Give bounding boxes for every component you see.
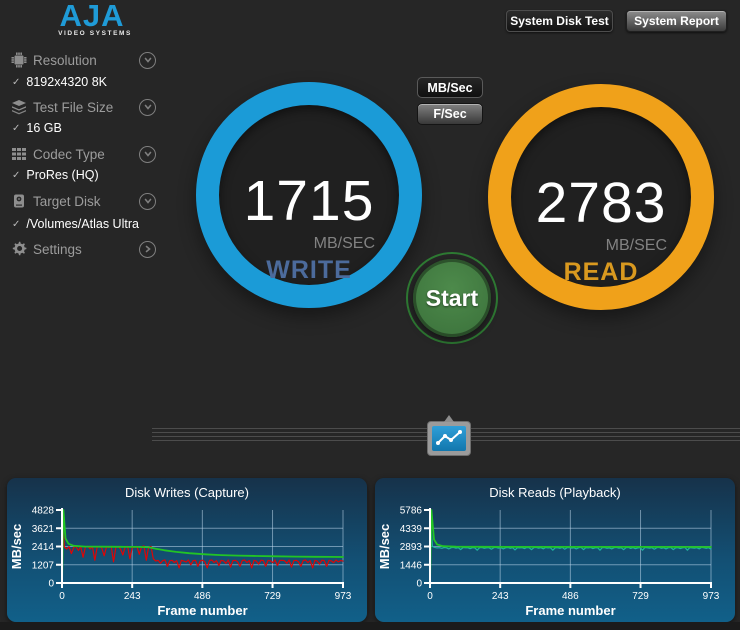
layers-icon bbox=[10, 99, 27, 116]
sidebar-item-test-file-size[interactable]: Test File Size bbox=[10, 97, 160, 117]
test-file-size-value: ✓ 16 GB bbox=[12, 121, 62, 135]
sidebar-item-label: Settings bbox=[33, 241, 82, 257]
check-icon: ✓ bbox=[12, 122, 21, 134]
mb-per-sec-button[interactable]: MB/Sec bbox=[417, 77, 483, 98]
aja-logo: AJA VIDEO SYSTEMS bbox=[52, 0, 132, 37]
svg-text:2893: 2893 bbox=[400, 542, 423, 553]
start-button-label: Start bbox=[425, 284, 479, 311]
svg-text:Frame number: Frame number bbox=[525, 603, 615, 618]
svg-text:486: 486 bbox=[562, 591, 579, 602]
svg-text:MB/sec: MB/sec bbox=[9, 524, 24, 570]
disk-reads-chart-panel: Disk Reads (Playback) 0 1446 2893 4339 5786 0 2… bbox=[375, 478, 735, 622]
svg-text:4828: 4828 bbox=[32, 506, 55, 517]
svg-text:1207: 1207 bbox=[32, 560, 55, 571]
aja-logo-subtext: VIDEO SYSTEMS bbox=[58, 30, 132, 37]
write-speed-gauge: 1715 MB/SEC WRITE bbox=[196, 82, 422, 308]
disk-reads-chart: Disk Reads (Playback) 0 1446 2893 4339 5786 0 2… bbox=[377, 485, 720, 618]
write-speed-value: 1715 bbox=[243, 169, 375, 233]
read-gauge-label: READ bbox=[563, 258, 639, 286]
sidebar-item-label: Target Disk bbox=[33, 193, 101, 209]
codec-type-value: ✓ ProRes (HQ) bbox=[12, 168, 99, 182]
svg-text:4339: 4339 bbox=[400, 524, 423, 535]
chevron-down-icon[interactable] bbox=[139, 145, 156, 163]
svg-text:243: 243 bbox=[492, 591, 509, 602]
aja-logo-text: AJA bbox=[59, 0, 125, 33]
svg-text:Disk Reads (Playback): Disk Reads (Playback) bbox=[489, 485, 621, 500]
read-speed-value: 2783 bbox=[535, 171, 667, 235]
codec-grid-icon bbox=[10, 146, 27, 163]
svg-text:973: 973 bbox=[335, 591, 352, 602]
svg-text:MB/sec: MB/sec bbox=[377, 524, 392, 570]
svg-text:729: 729 bbox=[632, 591, 649, 602]
svg-text:729: 729 bbox=[264, 591, 281, 602]
sidebar-item-resolution[interactable]: Resolution bbox=[10, 50, 160, 70]
sidebar-item-codec-type[interactable]: Codec Type bbox=[10, 144, 160, 164]
target-disk-value: ✓ /Volumes/Atlas Ultra bbox=[12, 217, 139, 231]
svg-text:0: 0 bbox=[48, 579, 54, 590]
check-icon: ✓ bbox=[12, 218, 21, 230]
start-button[interactable]: Start bbox=[406, 252, 498, 344]
monitor-icon-notch bbox=[444, 415, 454, 422]
sidebar-item-label: Resolution bbox=[33, 52, 97, 68]
system-report-button[interactable]: System Report bbox=[626, 10, 727, 32]
system-disk-test-button[interactable]: System Disk Test bbox=[506, 10, 613, 32]
svg-text:0: 0 bbox=[59, 591, 65, 602]
write-speed-unit: MB/SEC bbox=[313, 235, 375, 252]
check-icon: ✓ bbox=[12, 76, 21, 88]
svg-text:2414: 2414 bbox=[32, 542, 55, 553]
svg-text:Disk Writes (Capture): Disk Writes (Capture) bbox=[125, 485, 249, 500]
check-icon: ✓ bbox=[12, 169, 21, 181]
chevron-down-icon[interactable] bbox=[139, 51, 156, 69]
svg-text:0: 0 bbox=[427, 591, 433, 602]
svg-text:0: 0 bbox=[416, 579, 422, 590]
svg-text:243: 243 bbox=[124, 591, 141, 602]
chart-monitor-icon[interactable] bbox=[427, 421, 471, 456]
svg-text:1446: 1446 bbox=[400, 560, 423, 571]
start-button-face[interactable]: Start bbox=[413, 259, 491, 337]
bottom-strip bbox=[0, 622, 740, 630]
sidebar-item-settings[interactable]: Settings bbox=[10, 239, 160, 259]
disk-icon bbox=[10, 193, 27, 210]
sidebar-item-target-disk[interactable]: Target Disk bbox=[10, 191, 160, 211]
svg-text:3621: 3621 bbox=[32, 524, 55, 535]
read-speed-gauge: 2783 MB/SEC READ bbox=[488, 84, 714, 310]
svg-text:486: 486 bbox=[194, 591, 211, 602]
sidebar-item-label: Codec Type bbox=[33, 146, 105, 162]
chevron-right-icon[interactable] bbox=[139, 240, 156, 258]
svg-text:Frame number: Frame number bbox=[157, 603, 247, 618]
resolution-value: ✓ 8192x4320 8K bbox=[12, 75, 108, 89]
svg-text:973: 973 bbox=[703, 591, 720, 602]
read-speed-unit: MB/SEC bbox=[605, 237, 667, 254]
svg-text:5786: 5786 bbox=[400, 506, 423, 517]
frames-per-sec-button[interactable]: F/Sec bbox=[417, 103, 483, 125]
sidebar-item-label: Test File Size bbox=[33, 99, 114, 115]
chevron-down-icon[interactable] bbox=[139, 98, 156, 116]
chip-icon bbox=[10, 52, 27, 69]
chart-monitor-screen bbox=[432, 426, 466, 451]
write-gauge-label: WRITE bbox=[266, 256, 352, 284]
gear-icon bbox=[10, 241, 27, 258]
disk-writes-chart-panel: Disk Writes (Capture) 0 1207 2414 3621 4828 0 2… bbox=[7, 478, 367, 622]
chevron-down-icon[interactable] bbox=[139, 192, 156, 210]
disk-writes-chart: Disk Writes (Capture) 0 1207 2414 3621 4828 0 2… bbox=[9, 485, 352, 618]
